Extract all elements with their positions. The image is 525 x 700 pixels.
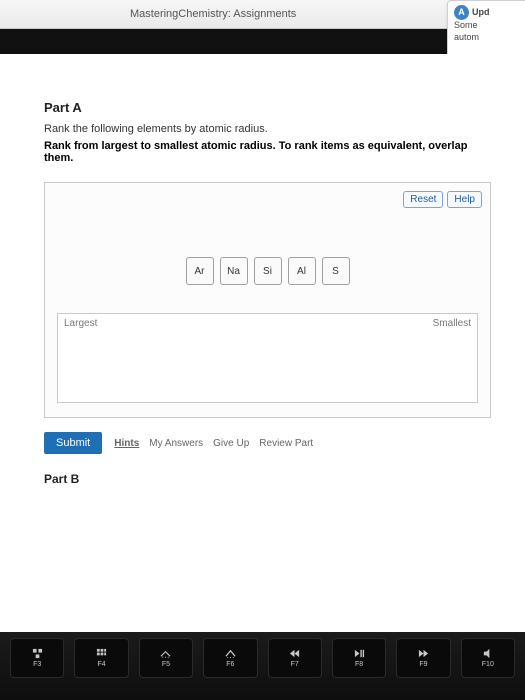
element-tile-row: Ar Na Si Al S bbox=[57, 257, 478, 285]
key-f7: F7 bbox=[268, 638, 322, 678]
key-label: F8 bbox=[355, 661, 363, 668]
key-label: F6 bbox=[226, 661, 234, 668]
launchpad-icon bbox=[96, 648, 107, 659]
help-button[interactable]: Help bbox=[447, 191, 482, 208]
part-b-heading: Part B bbox=[44, 472, 491, 486]
key-f8: F8 bbox=[332, 638, 386, 678]
key-f9: F9 bbox=[396, 638, 450, 678]
key-label: F4 bbox=[97, 661, 105, 668]
give-up-link[interactable]: Give Up bbox=[213, 438, 249, 449]
part-a-heading: Part A bbox=[44, 100, 491, 115]
key-f10: F10 bbox=[461, 638, 515, 678]
reset-button[interactable]: Reset bbox=[403, 191, 443, 208]
key-f5: F5 bbox=[139, 638, 193, 678]
dropzone-label-smallest: Smallest bbox=[433, 318, 471, 329]
instruction-2: Rank from largest to smallest atomic rad… bbox=[44, 140, 491, 164]
page-content: Part A Rank the following elements by at… bbox=[0, 54, 525, 638]
element-tile[interactable]: Na bbox=[220, 257, 248, 285]
kbd-brightness-down-icon bbox=[160, 648, 171, 659]
element-tile[interactable]: Ar bbox=[186, 257, 214, 285]
update-line1: Upd bbox=[472, 7, 490, 19]
browser-tab-title[interactable]: MasteringChemistry: Assignments bbox=[130, 8, 296, 20]
element-tile[interactable]: S bbox=[322, 257, 350, 285]
review-part-link[interactable]: Review Part bbox=[259, 438, 313, 449]
key-label: F5 bbox=[162, 661, 170, 668]
element-tile[interactable]: Si bbox=[254, 257, 282, 285]
element-tile[interactable]: Al bbox=[288, 257, 316, 285]
update-line3: autom bbox=[454, 32, 519, 44]
mission-control-icon bbox=[32, 648, 43, 659]
update-panel: A Upd Some autom bbox=[447, 0, 525, 56]
dropzone-label-largest: Largest bbox=[64, 318, 97, 329]
screen: MasteringChemistry: Assignments A Upd So… bbox=[0, 0, 525, 700]
kbd-brightness-up-icon bbox=[225, 648, 236, 659]
submit-button[interactable]: Submit bbox=[44, 432, 102, 454]
action-row: Submit Hints My Answers Give Up Review P… bbox=[44, 432, 491, 454]
secondary-actions: Hints My Answers Give Up Review Part bbox=[114, 438, 313, 449]
key-f3: F3 bbox=[10, 638, 64, 678]
fast-forward-icon bbox=[418, 648, 429, 659]
update-line2: Some bbox=[454, 20, 519, 32]
ranking-dropzone[interactable]: Largest Smallest bbox=[57, 313, 478, 403]
my-answers-link[interactable]: My Answers bbox=[149, 438, 203, 449]
ranking-widget: Reset Help Ar Na Si Al S Largest Smalles… bbox=[44, 182, 491, 418]
update-icon: A bbox=[454, 5, 469, 20]
key-f6: F6 bbox=[203, 638, 257, 678]
key-label: F7 bbox=[291, 661, 299, 668]
key-label: F10 bbox=[482, 661, 494, 668]
key-label: F3 bbox=[33, 661, 41, 668]
key-f4: F4 bbox=[74, 638, 128, 678]
play-pause-icon bbox=[354, 648, 365, 659]
instruction-1: Rank the following elements by atomic ra… bbox=[44, 123, 491, 135]
key-label: F9 bbox=[419, 661, 427, 668]
rewind-icon bbox=[289, 648, 300, 659]
mute-icon bbox=[482, 648, 493, 659]
keyboard-strip: F3 F4 F5 F6 F7 F8 F9 F10 bbox=[0, 632, 525, 700]
hints-link[interactable]: Hints bbox=[114, 438, 139, 449]
